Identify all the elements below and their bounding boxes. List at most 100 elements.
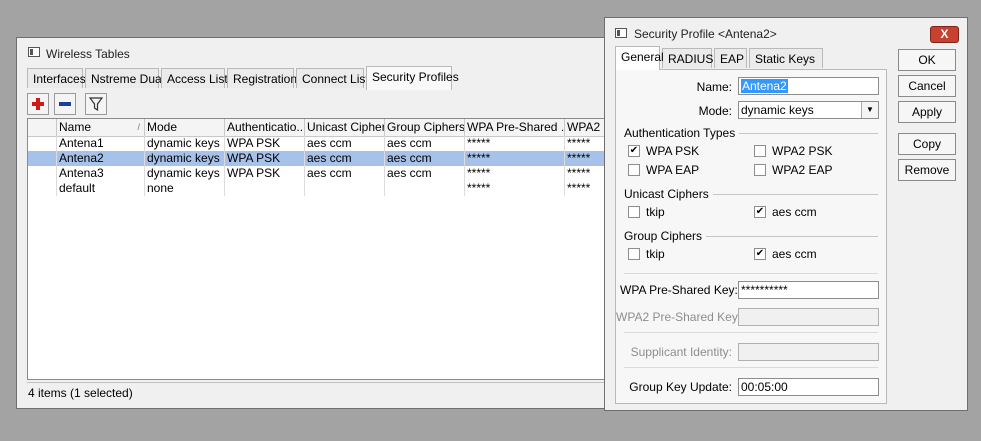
column-header-name[interactable]: Name / [57,119,145,136]
wpa-psk-checkbox[interactable]: ✔ [628,145,640,157]
column-header-wpa-key[interactable]: WPA Pre-Shared ... [465,119,565,136]
remove-button[interactable]: Remove [898,159,956,181]
filter-icon [89,97,103,111]
table-row-selected[interactable]: Antena2 dynamic keys WPA PSK aes ccm aes… [28,151,626,166]
wpa2-eap-checkbox[interactable] [754,164,766,176]
tab-radius[interactable]: RADIUS [662,48,713,68]
cell-name: Antena1 [57,136,145,151]
tab-interfaces[interactable]: Interfaces [27,68,86,88]
cell-mode: dynamic keys [145,166,225,181]
mode-value: dynamic keys [741,103,814,117]
close-button[interactable]: X [930,26,959,43]
column-header-name-label: Name [59,120,92,134]
group-aes-checkbox[interactable]: ✔ [754,248,766,260]
dialog-title: Security Profile <Antena2> [634,27,777,41]
cell-wpa: ***** [465,181,565,196]
wpa-psk-label: WPA PSK [646,144,700,158]
column-header-check[interactable] [28,119,57,136]
security-profile-dialog: Security Profile <Antena2> X General RAD… [604,17,968,411]
toolbar [27,91,627,116]
table-row[interactable]: Antena1 dynamic keys WPA PSK aes ccm aes… [28,136,626,151]
tab-nstreme-dual[interactable]: Nstreme Dual [85,68,164,88]
filter-button[interactable] [85,93,107,115]
status-bar: 4 items (1 selected) [27,382,628,403]
title-bar[interactable]: Wireless Tables [17,38,632,66]
mode-label: Mode: [698,104,732,118]
group-key-update-label: Group Key Update: [629,380,732,394]
dialog-title-bar[interactable]: Security Profile <Antena2> X [605,18,967,46]
cell-mode: dynamic keys [145,151,225,166]
group-ciphers-group: Group Ciphers [624,229,878,243]
auth-types-label: Authentication Types [624,126,740,140]
name-value: Antena2 [741,79,788,93]
group-aes-label: aes ccm [772,247,817,261]
group-ciphers-label: Group Ciphers [624,229,707,243]
tab-connect-list[interactable]: Connect List [296,68,369,88]
name-field[interactable]: Antena2 [738,77,879,95]
wpa2-psk-checkbox[interactable] [754,145,766,157]
cell-auth: WPA PSK [225,166,305,181]
tab-eap[interactable]: EAP [714,48,747,68]
tab-security-profiles[interactable]: Security Profiles [366,66,459,90]
cell-wpa: ***** [465,166,565,181]
cell-unicast: aes ccm [305,166,385,181]
divider [624,332,878,333]
plus-icon [32,98,44,110]
column-header-unicast-ciphers[interactable]: Unicast Ciphers [305,119,385,136]
cell-group [385,181,465,196]
copy-button[interactable]: Copy [898,133,956,155]
ok-button[interactable]: OK [898,49,956,71]
column-header-mode[interactable]: Mode [145,119,225,136]
cell-mode: none [145,181,225,196]
wpa2-psk-label: WPA2 PSK [772,144,833,158]
group-tkip-checkbox[interactable] [628,248,640,260]
tab-general[interactable]: General [615,46,664,70]
add-button[interactable] [27,93,49,115]
wpa-key-label: WPA Pre-Shared Key: [620,283,738,297]
supplicant-identity-field[interactable] [738,343,879,361]
wpa2-key-label: WPA2 Pre-Shared Key: [616,310,742,324]
table-row[interactable]: Antena3 dynamic keys WPA PSK aes ccm aes… [28,166,626,181]
column-header-authentication[interactable]: Authenticatio... [225,119,305,136]
sort-indicator-icon: / [137,122,140,132]
wpa-key-field[interactable]: ********** [738,281,879,299]
tab-access-list[interactable]: Access List [161,68,228,88]
checkmark-icon: ✔ [755,206,765,217]
cell-name: Antena3 [57,166,145,181]
table-row[interactable]: default none ***** ***** [28,181,626,196]
divider [624,273,878,274]
cell-name: default [57,181,145,196]
cell-group: aes ccm [385,136,465,151]
column-header-group-ciphers[interactable]: Group Ciphers [385,119,465,136]
apply-button[interactable]: Apply [898,101,956,123]
table-header: Name / Mode Authenticatio... Unicast Cip… [28,119,626,137]
group-key-update-field[interactable]: 00:05:00 [738,378,879,396]
cell-auth [225,181,305,196]
supplicant-identity-label: Supplicant Identity: [630,345,732,359]
remove-button[interactable] [54,93,76,115]
auth-types-group: Authentication Types [624,126,878,140]
unicast-tkip-checkbox[interactable] [628,206,640,218]
tab-static-keys[interactable]: Static Keys [749,48,823,68]
checkmark-icon: ✔ [755,248,765,259]
unicast-ciphers-group: Unicast Ciphers [624,187,878,201]
unicast-aes-checkbox[interactable]: ✔ [754,206,766,218]
wpa2-eap-label: WPA2 EAP [772,163,833,177]
general-panel: Name: Antena2 Mode: dynamic keys ▼ Authe… [615,69,887,404]
wpa-eap-label: WPA EAP [646,163,700,177]
wpa-eap-checkbox[interactable] [628,164,640,176]
cell-auth: WPA PSK [225,151,305,166]
cell-unicast [305,181,385,196]
minus-icon [59,102,71,106]
unicast-ciphers-label: Unicast Ciphers [624,187,713,201]
cancel-button[interactable]: Cancel [898,75,956,97]
name-label: Name: [696,80,732,94]
cell-group: aes ccm [385,151,465,166]
mode-select[interactable]: dynamic keys ▼ [738,101,879,119]
divider [624,367,878,368]
unicast-tkip-label: tkip [646,205,665,219]
wpa2-key-field[interactable] [738,308,879,326]
chevron-down-icon[interactable]: ▼ [861,102,878,118]
unicast-aes-label: aes ccm [772,205,817,219]
tab-registration[interactable]: Registration [227,68,297,88]
